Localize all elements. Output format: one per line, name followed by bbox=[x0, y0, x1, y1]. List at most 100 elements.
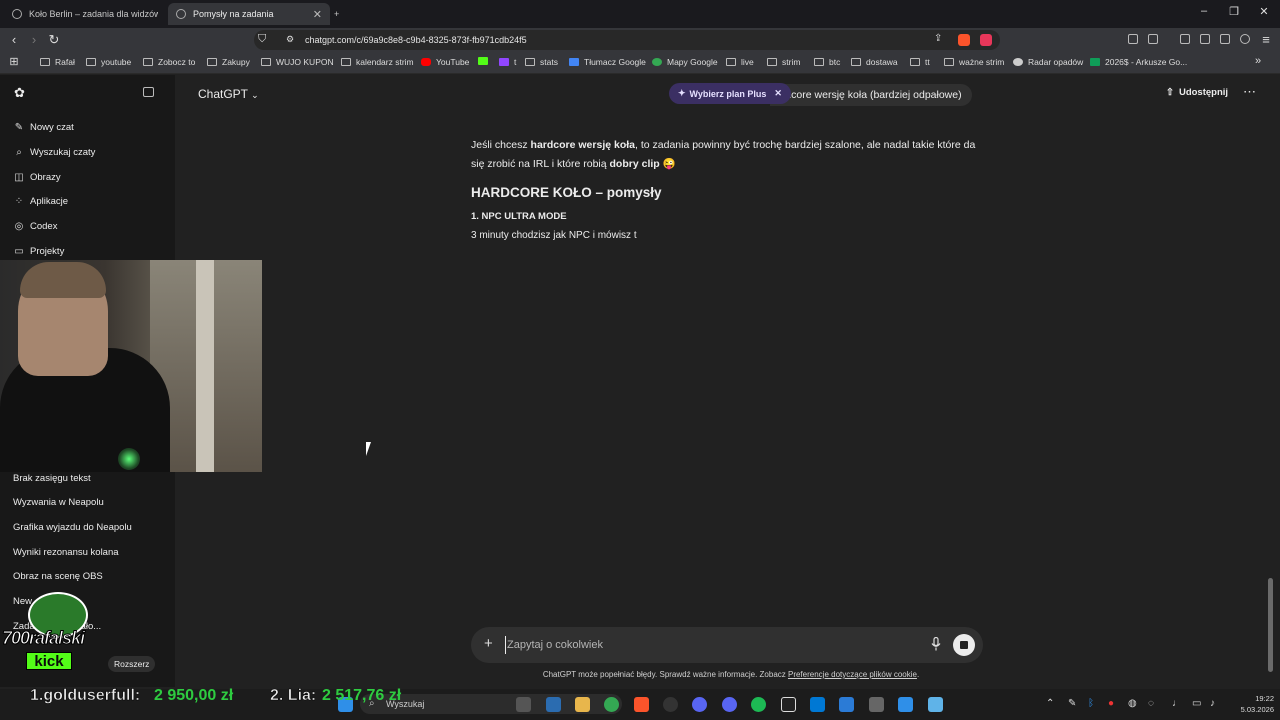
close-window-icon[interactable]: ✕ bbox=[1254, 5, 1274, 18]
tray-chevron-icon[interactable]: ⌃ bbox=[1046, 698, 1054, 709]
openai-logo-icon[interactable]: ✿ bbox=[14, 85, 25, 101]
bookmark-strim[interactable]: strim bbox=[767, 57, 800, 67]
reload-icon[interactable]: ↻ bbox=[46, 32, 62, 48]
bookmark-label: kalendarz strim bbox=[356, 57, 414, 67]
bookmark-kick[interactable] bbox=[478, 57, 493, 65]
address-bar[interactable]: ⛉ ⚙ chatgpt.com/c/69a9c8e8-c9b4-8325-873… bbox=[254, 30, 1000, 50]
bookmark-arkusze[interactable]: 2026$ - Arkusze Go... bbox=[1090, 57, 1187, 67]
bluetooth-icon[interactable]: ᛒ bbox=[1088, 698, 1094, 709]
sidebar-item-new-chat[interactable]: ✎ Nowy czat bbox=[14, 122, 74, 133]
minimize-icon[interactable]: – bbox=[1194, 5, 1214, 17]
share-label: Udostępnij bbox=[1178, 87, 1229, 98]
prompt-input[interactable] bbox=[505, 636, 905, 654]
bookmark-rafal[interactable]: Rafał bbox=[40, 57, 75, 67]
share-button[interactable]: ⇧ Udostępnij bbox=[1166, 87, 1228, 98]
sidebar-item-images[interactable]: ◫ Obrazy bbox=[14, 172, 60, 183]
site-info-icon[interactable]: ⚙ bbox=[286, 34, 294, 45]
widgets-icon[interactable] bbox=[546, 697, 561, 712]
bookmark-kalendarz[interactable]: kalendarz strim bbox=[341, 57, 414, 67]
chrome-icon[interactable] bbox=[604, 697, 619, 712]
close-sidebar-icon[interactable] bbox=[143, 87, 154, 97]
add-attachment-icon[interactable]: + bbox=[484, 636, 493, 651]
pen-icon[interactable]: ✎ bbox=[1068, 698, 1076, 709]
sidebar-item-codex[interactable]: ◎ Codex bbox=[14, 221, 58, 232]
chat-item[interactable]: Obraz na scenę OBS bbox=[13, 571, 103, 582]
chat-item[interactable]: Wyniki rezonansu kolana bbox=[13, 547, 119, 558]
brave-rewards-icon[interactable] bbox=[980, 34, 992, 46]
menu-icon[interactable]: ≡ bbox=[1258, 32, 1274, 47]
sidebar-toggle-icon[interactable] bbox=[1180, 34, 1190, 44]
tray-app-icon[interactable]: ● bbox=[1108, 698, 1114, 709]
volume-icon[interactable]: ♪ bbox=[1210, 698, 1215, 709]
bookmark-zakupy[interactable]: Zakupy bbox=[207, 57, 250, 67]
folder-icon bbox=[40, 58, 50, 66]
reader-icon[interactable] bbox=[1148, 34, 1158, 44]
bookmark-icon[interactable]: ⛉ bbox=[258, 33, 266, 46]
remote-icon[interactable] bbox=[928, 697, 943, 712]
wallet-icon[interactable] bbox=[1200, 34, 1210, 44]
close-icon[interactable]: ✕ bbox=[774, 88, 782, 99]
bookmark-youtube[interactable]: YouTube bbox=[421, 57, 469, 67]
forward-icon[interactable]: › bbox=[26, 32, 42, 47]
sidebar-item-search[interactable]: ⌕ Wyszukaj czaty bbox=[14, 147, 95, 158]
app-icon[interactable] bbox=[869, 697, 884, 712]
spotify-icon[interactable] bbox=[751, 697, 766, 712]
steam-icon[interactable]: ◍ bbox=[1128, 698, 1137, 709]
tray-app-2-icon[interactable]: ◌ bbox=[1148, 698, 1154, 709]
task-view-icon[interactable] bbox=[516, 697, 531, 712]
tab-pomysly[interactable]: Pomysły na zadania ✕ bbox=[168, 3, 330, 25]
chat-item[interactable]: Wyzwania w Neapolu bbox=[13, 497, 104, 508]
microphone-icon[interactable]: ♩ bbox=[1172, 698, 1182, 709]
network-icon[interactable]: ▭ bbox=[1192, 698, 1201, 709]
bookmark-tt[interactable]: tt bbox=[910, 57, 930, 67]
sidebar-item-apps[interactable]: ⁘ Aplikacje bbox=[14, 196, 68, 207]
maximize-icon[interactable]: ❐ bbox=[1224, 5, 1244, 18]
chat-item[interactable]: Brak zasięgu tekst bbox=[13, 473, 91, 484]
brave-icon[interactable] bbox=[634, 697, 649, 712]
share-page-icon[interactable]: ⇪ bbox=[934, 33, 942, 44]
brave-shield-icon[interactable] bbox=[958, 34, 970, 46]
model-selector[interactable]: ChatGPT ⌄ bbox=[198, 87, 259, 101]
bookmark-radar[interactable]: Radar opadów bbox=[1013, 57, 1083, 67]
chat-item[interactable]: Grafika wyjazdu do Neapolu bbox=[13, 522, 132, 533]
store-icon[interactable] bbox=[810, 697, 825, 712]
donation-leaderboard: 1.golduserfull: 2 950,00 zł 2. Lia: 2 51… bbox=[0, 687, 401, 705]
apps-grid-icon[interactable]: ⊞ bbox=[6, 55, 22, 68]
bookmark-btc[interactable]: btc bbox=[814, 57, 840, 67]
sidebar-item-projects[interactable]: ▭ Projekty bbox=[14, 246, 64, 257]
cookie-preferences-link[interactable]: Preferencje dotyczące plików cookie bbox=[788, 670, 917, 679]
brave-vpn-icon[interactable] bbox=[1220, 34, 1230, 44]
discord-2-icon[interactable] bbox=[722, 697, 737, 712]
clock[interactable]: 19:22 5.03.2026 bbox=[1222, 693, 1274, 715]
bookmark-wazne-strim[interactable]: ważne strim bbox=[944, 57, 1004, 67]
bookmark-maps[interactable]: Mapy Google bbox=[652, 57, 718, 67]
bookmark-stats[interactable]: stats bbox=[525, 57, 558, 67]
upgrade-plan-button[interactable]: ✦ Wybierz plan Plus ✕ bbox=[669, 83, 791, 104]
extensions-icon[interactable] bbox=[1128, 34, 1138, 44]
more-options-icon[interactable]: ⋯ bbox=[1243, 84, 1256, 100]
shield-icon[interactable] bbox=[1240, 34, 1250, 44]
vscode-icon[interactable] bbox=[839, 697, 854, 712]
game-icon[interactable] bbox=[781, 697, 796, 712]
bookmark-translate[interactable]: Tłumacz Google bbox=[569, 57, 646, 67]
discord-icon[interactable] bbox=[692, 697, 707, 712]
microphone-icon[interactable] bbox=[931, 637, 941, 651]
stop-button[interactable] bbox=[953, 634, 975, 656]
back-icon[interactable]: ‹ bbox=[6, 32, 22, 47]
tab-kolo-berlin[interactable]: Koło Berlin – zadania dla widzów – Gi bbox=[4, 3, 166, 25]
bookmark-zobocz[interactable]: Zobocz to bbox=[143, 57, 195, 67]
bookmark-dostawa[interactable]: dostawa bbox=[851, 57, 898, 67]
close-tab-icon[interactable]: ✕ bbox=[313, 8, 322, 21]
bookmark-twitch[interactable]: t bbox=[499, 57, 516, 67]
scrollbar[interactable] bbox=[1268, 578, 1273, 672]
url-text[interactable]: chatgpt.com/c/69a9c8e8-c9b4-8325-873f-fb… bbox=[305, 35, 527, 45]
file-explorer-icon[interactable] bbox=[575, 697, 590, 712]
notepad-icon[interactable] bbox=[898, 697, 913, 712]
new-tab-button[interactable]: + bbox=[334, 3, 352, 25]
bookmark-live[interactable]: live bbox=[726, 57, 754, 67]
obs-icon[interactable] bbox=[663, 697, 678, 712]
bookmark-wujo-kupon[interactable]: WUJO KUPON bbox=[261, 57, 334, 67]
bookmark-youtube-folder[interactable]: youtube bbox=[86, 57, 131, 67]
more-bookmarks-icon[interactable]: » bbox=[1250, 55, 1266, 67]
expand-button[interactable]: Rozszerz bbox=[108, 656, 156, 672]
